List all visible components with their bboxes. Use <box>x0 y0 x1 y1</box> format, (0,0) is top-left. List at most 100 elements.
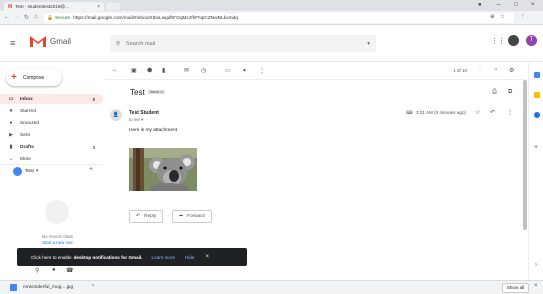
zoom-icon[interactable]: ⊕ <box>490 14 495 20</box>
learn-more-link[interactable]: Learn more <box>152 255 176 260</box>
gmail-logo-text: Gmail <box>50 37 71 46</box>
sidebar-item-label: Drafts <box>20 144 34 150</box>
close-tab-icon[interactable]: × <box>97 4 100 10</box>
minimize-icon[interactable]: – <box>497 2 500 8</box>
back-icon[interactable]: ← <box>4 14 10 20</box>
print-icon[interactable]: ⎙ <box>492 89 497 96</box>
hide-link[interactable]: Hide <box>185 255 194 260</box>
hangouts-user-name: Test <box>25 169 34 174</box>
download-filename[interactable]: mrwonderful_mug....jpg <box>23 285 73 290</box>
sidebar-item-label: Snoozed <box>20 120 39 126</box>
sidebar-item-more[interactable]: ⌄ More <box>0 154 103 164</box>
reload-icon[interactable]: ↻ <box>24 14 29 21</box>
hangouts-user[interactable]: Test ▾ <box>13 167 38 176</box>
archive-icon[interactable]: ▣ <box>131 67 137 74</box>
hangouts-chat-icon[interactable]: ● <box>52 267 56 273</box>
inbox-label-chip[interactable]: Inbox × <box>148 90 165 94</box>
search-input[interactable]: ⚲ Search mail ▾ <box>110 35 376 52</box>
sidebar-item-label: More <box>20 156 31 162</box>
inbox-count: 8 <box>92 96 95 102</box>
pager-text: 1 of 10 <box>453 68 468 73</box>
gmail-logo-icon[interactable] <box>29 34 47 48</box>
star-message-icon[interactable]: ☆ <box>475 109 480 116</box>
search-options-icon[interactable]: ▾ <box>367 41 370 47</box>
maximize-icon[interactable]: □ <box>514 2 518 8</box>
reply-icon[interactable]: ↶ <box>490 109 495 116</box>
notification-toast: Click here to enable desktop notificatio… <box>17 248 247 266</box>
new-tab-button[interactable] <box>106 3 120 10</box>
new-conversation-icon[interactable]: + <box>89 166 93 173</box>
profile-icon[interactable]: ● <box>478 2 482 8</box>
omnibox[interactable]: 🔒 Secure https://mail.google.com/mail/#i… <box>44 13 514 23</box>
clock-icon: ● <box>9 120 13 126</box>
mark-unread-icon[interactable]: ✉ <box>184 67 189 74</box>
apps-grid-icon[interactable]: ⋮⋮ <box>491 37 505 45</box>
back-to-inbox-icon[interactable]: ← <box>112 67 118 73</box>
compose-button[interactable]: + Compose <box>6 69 62 86</box>
forward-button[interactable]: ➦ Forward <box>172 210 212 223</box>
show-all-button[interactable]: Show all <box>502 283 529 293</box>
message-more-icon[interactable]: ⋮ <box>507 109 513 116</box>
main-menu-icon[interactable]: ≡ <box>10 38 15 48</box>
recipients-dropdown[interactable]: to me ▾ <box>129 117 143 123</box>
no-recent-chats-text: No recent chats <box>42 234 73 239</box>
sidebar-item-label: Starred <box>20 108 36 114</box>
hangouts-phone-icon[interactable]: ☎ <box>66 267 73 274</box>
report-spam-icon[interactable]: ⬢ <box>147 67 152 74</box>
address-bar-row: ← → ↻ ⌂ 🔒 Secure https://mail.google.com… <box>0 11 543 25</box>
account-avatar[interactable]: T <box>526 35 537 46</box>
move-to-icon[interactable]: ▭ <box>225 67 231 74</box>
toast-bold-text[interactable]: desktop notifications for Gmail. <box>74 255 143 260</box>
hangouts-dropdown-icon[interactable]: ▾ <box>36 169 38 174</box>
scrollbar[interactable] <box>523 80 527 230</box>
keep-icon[interactable] <box>534 92 540 98</box>
notifications-icon[interactable] <box>508 35 519 46</box>
sidebar-item-starred[interactable]: ★ Starred <box>0 106 103 116</box>
label-icon[interactable]: ➧ <box>242 67 247 74</box>
sidebar-item-inbox[interactable]: ▭ Inbox 8 <box>0 94 103 104</box>
search-icon[interactable]: ⚲ <box>116 41 120 47</box>
send-icon: ▶ <box>9 132 13 138</box>
forward-icon[interactable]: → <box>14 14 20 20</box>
draft-icon: ▮ <box>9 144 13 150</box>
side-panel: + › <box>528 62 543 280</box>
url-text: https://mail.google.com/mail/#inbox/Ktbx… <box>73 15 238 21</box>
browser-tab[interactable]: M Test - studenttest2019@... × <box>4 2 104 11</box>
sidebar-item-sent[interactable]: ▶ Sent <box>0 130 103 140</box>
snooze-icon[interactable]: ◷ <box>201 67 206 74</box>
attachment-icon: ⌨ <box>406 110 413 115</box>
sidebar-item-snoozed[interactable]: ● Snoozed <box>0 118 103 128</box>
delete-icon[interactable]: ▮ <box>162 67 165 74</box>
start-new-chat-link[interactable]: Start a new one <box>0 240 115 245</box>
toast-close-icon[interactable]: × <box>205 254 209 260</box>
forward-arrow-icon: ➦ <box>179 214 184 219</box>
bookmark-star-icon[interactable]: ☆ <box>500 14 505 20</box>
search-placeholder: Search mail <box>126 40 156 47</box>
message-toolbar: ← ▣ ⬢ ▮ ✉ ◷ ▭ ➧ ⋮ 1 of 10 ‹ › ⚙ <box>105 62 525 80</box>
forward-label: Forward <box>187 214 205 219</box>
home-icon[interactable]: ⌂ <box>34 14 38 20</box>
sidebar-item-label: Inbox <box>20 96 33 102</box>
tasks-icon[interactable] <box>534 112 540 118</box>
browser-menu-icon[interactable]: ⋮ <box>520 14 526 20</box>
get-addons-icon[interactable]: + <box>534 144 538 151</box>
attachment-thumbnail[interactable] <box>129 148 197 191</box>
newer-icon[interactable]: ‹ <box>479 67 481 73</box>
calendar-icon[interactable] <box>534 72 540 78</box>
open-new-window-icon[interactable]: ⧉ <box>508 89 512 96</box>
sidebar-item-drafts[interactable]: ▮ Drafts 3 <box>0 142 103 152</box>
more-actions-icon[interactable]: ⋮ <box>259 67 265 74</box>
close-download-bar-icon[interactable]: × <box>534 283 538 289</box>
window-close-icon[interactable]: × <box>531 2 535 8</box>
settings-gear-icon[interactable]: ⚙ <box>509 67 514 74</box>
compose-plus-icon: + <box>11 72 17 83</box>
toast-text: Click here to enable <box>31 254 72 260</box>
gmail-header: ≡ Gmail ⚲ Search mail ▾ ⋮⋮ T <box>0 26 543 62</box>
download-options-icon[interactable]: ^ <box>92 284 94 290</box>
download-bar: mrwonderful_mug....jpg ^ Show all × <box>0 280 543 294</box>
message-subject: Test <box>130 88 145 97</box>
reply-button[interactable]: ↶ Reply <box>129 210 164 223</box>
expand-panel-icon[interactable]: › <box>535 262 537 268</box>
hangouts-person-icon[interactable]: ⚲ <box>35 267 39 274</box>
older-icon[interactable]: › <box>495 67 497 73</box>
